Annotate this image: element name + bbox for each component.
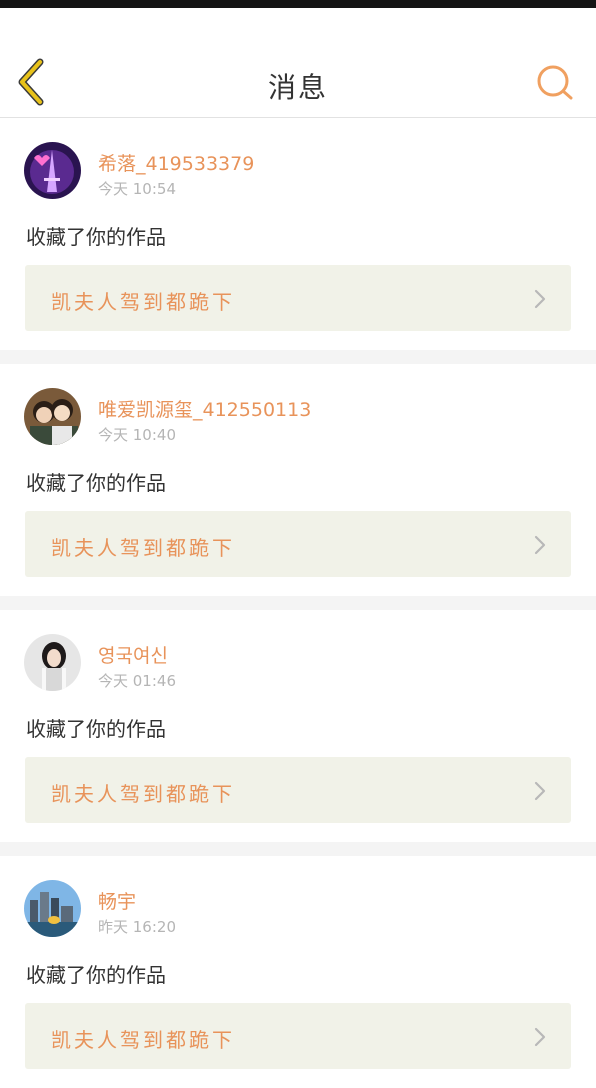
- work-title: 凯夫人驾到都跪下: [51, 290, 235, 314]
- chevron-right-icon: [534, 1027, 546, 1047]
- action-text: 收藏了你的作品: [26, 963, 166, 987]
- work-title: 凯夫人驾到都跪下: [51, 1028, 235, 1052]
- username[interactable]: 영국여신: [98, 641, 168, 668]
- work-link[interactable]: 凯夫人驾到都跪下: [25, 1003, 571, 1069]
- avatar[interactable]: [24, 142, 81, 199]
- timestamp: 昨天 16:20: [98, 918, 176, 936]
- action-text: 收藏了你的作品: [26, 717, 166, 741]
- action-text: 收藏了你的作品: [26, 225, 166, 249]
- search-button[interactable]: [532, 60, 578, 106]
- work-link[interactable]: 凯夫人驾到都跪下: [25, 511, 571, 577]
- chevron-right-icon: [534, 781, 546, 801]
- status-bar: [0, 0, 596, 8]
- chevron-right-icon: [534, 289, 546, 309]
- message-card: 唯爱凯源玺_412550113 今天 10:40 收藏了你的作品 凯夫人驾到都跪…: [0, 364, 596, 596]
- top-bar: 消息: [0, 8, 596, 118]
- work-link[interactable]: 凯夫人驾到都跪下: [25, 757, 571, 823]
- chevron-right-icon: [534, 535, 546, 555]
- username[interactable]: 希落_419533379: [98, 149, 254, 176]
- username[interactable]: 畅宇: [98, 887, 136, 914]
- username[interactable]: 唯爱凯源玺_412550113: [98, 395, 311, 422]
- timestamp: 今天 10:40: [98, 426, 176, 444]
- timestamp: 今天 10:54: [98, 180, 176, 198]
- work-title: 凯夫人驾到都跪下: [51, 536, 235, 560]
- timestamp: 今天 01:46: [98, 672, 176, 690]
- search-icon: [537, 65, 573, 100]
- avatar[interactable]: [24, 634, 81, 691]
- message-card: 畅宇 昨天 16:20 收藏了你的作品 凯夫人驾到都跪下: [0, 856, 596, 1088]
- avatar[interactable]: [24, 880, 81, 937]
- action-text: 收藏了你的作品: [26, 471, 166, 495]
- work-title: 凯夫人驾到都跪下: [51, 782, 235, 806]
- message-card: 영국여신 今天 01:46 收藏了你的作品 凯夫人驾到都跪下: [0, 610, 596, 842]
- message-card: 希落_419533379 今天 10:54 收藏了你的作品 凯夫人驾到都跪下: [0, 118, 596, 350]
- work-link[interactable]: 凯夫人驾到都跪下: [25, 265, 571, 331]
- avatar[interactable]: [24, 388, 81, 445]
- page-title: 消息: [267, 71, 328, 104]
